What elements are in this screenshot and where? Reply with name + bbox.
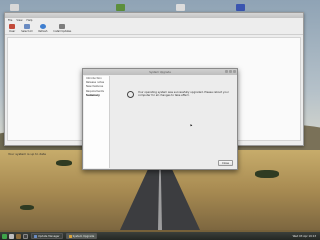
taskbar: Update Manager System Upgrade Wed 03 Apr… xyxy=(0,232,320,240)
status-text: Your system is up to date xyxy=(8,152,46,156)
task-update-manager[interactable]: Update Manager xyxy=(31,233,63,239)
close-button[interactable]: Close xyxy=(218,160,233,166)
close-window-icon[interactable] xyxy=(233,70,236,73)
clear-icon xyxy=(9,24,16,29)
refresh-button[interactable]: Refresh xyxy=(38,24,47,34)
system-upgrade-icon xyxy=(68,234,72,238)
install-updates-label: Install Updates xyxy=(53,30,72,33)
install-updates-button[interactable]: Install Updates xyxy=(53,24,71,34)
desktop-bush xyxy=(20,205,34,210)
menu-view[interactable]: View xyxy=(16,19,22,22)
dialog-content: Your operating system was successfully u… xyxy=(111,76,237,168)
desktop-bush xyxy=(56,160,72,166)
dialog-title: System Upgrade xyxy=(149,70,171,74)
desktop-folder-icon[interactable] xyxy=(116,4,125,11)
clear-label: Clear xyxy=(9,30,16,33)
clock[interactable]: Wed 03 Apr 19:13 xyxy=(293,235,316,238)
menu-file[interactable]: File xyxy=(8,19,12,22)
maximize-icon[interactable] xyxy=(229,70,232,73)
refresh-label: Refresh xyxy=(38,30,48,33)
dialog-titlebar[interactable]: System Upgrade xyxy=(83,69,237,75)
upgrade-message: Your operating system was successfully u… xyxy=(138,91,229,98)
install-updates-icon xyxy=(59,24,66,29)
desktop-monitor-icon[interactable] xyxy=(236,4,245,11)
update-manager-icon xyxy=(34,234,37,238)
menu-icon[interactable] xyxy=(2,233,7,239)
system-upgrade-dialog: System Upgrade Introduction Release note… xyxy=(82,68,238,170)
select-all-icon xyxy=(23,24,30,29)
clear-button[interactable]: Clear xyxy=(9,24,15,34)
select-all-button[interactable]: Select All xyxy=(21,24,32,34)
terminal-icon[interactable] xyxy=(23,233,28,239)
step-summary: Summary xyxy=(86,93,100,97)
menu-help[interactable]: Help xyxy=(27,19,33,22)
select-all-label: Select All xyxy=(21,30,33,33)
refresh-icon xyxy=(39,24,46,29)
desktop-file-icon[interactable] xyxy=(176,4,185,11)
task-system-upgrade[interactable]: System Upgrade xyxy=(65,233,98,239)
steps-sidebar: Introduction Release notes New features … xyxy=(84,76,110,168)
file-manager-icon[interactable] xyxy=(16,233,21,239)
desktop-bush xyxy=(255,170,279,178)
smiley-icon xyxy=(127,91,134,98)
task-label: System Upgrade xyxy=(72,234,95,238)
minimize-icon[interactable] xyxy=(225,70,228,73)
update-manager-toolbar: Clear Select All Refresh Install Updates xyxy=(5,23,303,35)
show-desktop-icon[interactable] xyxy=(9,233,14,239)
desktop-computer-icon[interactable] xyxy=(10,4,19,11)
task-label: Update Manager xyxy=(38,234,60,238)
